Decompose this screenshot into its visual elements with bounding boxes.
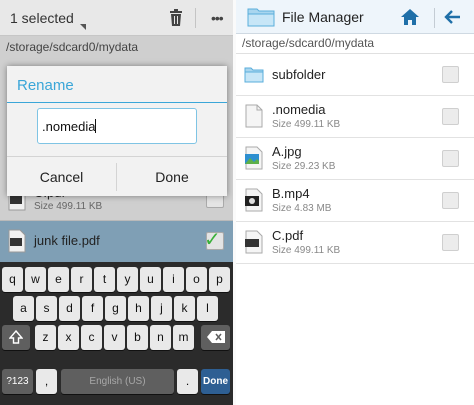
- selection-action-bar: 1 selected •••: [0, 0, 233, 36]
- key-h[interactable]: h: [128, 296, 149, 321]
- key-e[interactable]: e: [48, 267, 69, 292]
- keyboard-done-key[interactable]: Done: [201, 369, 230, 394]
- file-checkbox[interactable]: [442, 66, 459, 83]
- key-y[interactable]: y: [117, 267, 138, 292]
- done-button[interactable]: Done: [117, 157, 227, 197]
- key-j[interactable]: j: [151, 296, 172, 321]
- file-checkbox[interactable]: [442, 192, 459, 209]
- file-name: C.pdf: [272, 228, 304, 243]
- key-s[interactable]: s: [36, 296, 57, 321]
- file-checkbox[interactable]: [442, 234, 459, 251]
- key-o[interactable]: o: [186, 267, 207, 292]
- toolbar-divider: [434, 8, 435, 28]
- file-icon: [245, 104, 263, 128]
- file-size: Size 4.83 MB: [272, 203, 332, 214]
- dialog-title: Rename: [17, 77, 74, 94]
- soft-keyboard: q w e r t y u i o p a s d f g h j k l z …: [0, 262, 233, 405]
- list-item-subfolder[interactable]: subfolder: [236, 54, 474, 96]
- file-name: A.jpg: [272, 144, 302, 159]
- key-q[interactable]: q: [2, 267, 23, 292]
- more-options-icon[interactable]: •••: [211, 10, 224, 26]
- left-screen: 1 selected ••• /storage/sdcard0/mydata C…: [0, 0, 233, 405]
- home-icon[interactable]: [400, 8, 420, 26]
- selection-dropdown-icon[interactable]: [80, 24, 86, 30]
- space-key[interactable]: English (US): [61, 369, 174, 394]
- file-size: Size 499.11 KB: [272, 245, 341, 256]
- file-checkbox[interactable]: [442, 150, 459, 167]
- dialog-buttons: Cancel Done: [7, 156, 227, 196]
- rename-input-value: .nomedia: [42, 119, 96, 134]
- file-size: Size 499.11 KB: [34, 201, 103, 212]
- list-item-nomedia[interactable]: .nomedia Size 499.11 KB: [236, 96, 474, 138]
- shift-icon: [8, 329, 24, 344]
- shift-key[interactable]: [2, 325, 30, 350]
- key-l[interactable]: l: [197, 296, 218, 321]
- file-name: B.mp4: [272, 186, 310, 201]
- app-action-bar: File Manager: [236, 0, 474, 34]
- key-comma[interactable]: ,: [36, 369, 57, 394]
- key-z[interactable]: z: [35, 325, 56, 350]
- key-f[interactable]: f: [82, 296, 103, 321]
- rename-input[interactable]: .nomedia: [37, 108, 197, 144]
- file-checkbox[interactable]: [442, 108, 459, 125]
- right-screen: File Manager /storage/sdcard0/mydata sub…: [236, 0, 474, 405]
- folder-icon: [244, 67, 264, 83]
- selection-count[interactable]: 1 selected: [10, 10, 74, 26]
- backspace-icon: [206, 331, 225, 343]
- key-v[interactable]: v: [104, 325, 125, 350]
- text-cursor: [95, 119, 97, 133]
- rename-dialog: Rename .nomedia Cancel Done: [7, 66, 227, 196]
- key-period[interactable]: .: [177, 369, 198, 394]
- file-row-junk-file-pdf[interactable]: junk file.pdf ✓: [0, 221, 233, 263]
- symbols-key[interactable]: ?123: [2, 369, 33, 394]
- key-c[interactable]: c: [81, 325, 102, 350]
- screen: 1 selected ••• /storage/sdcard0/mydata C…: [0, 0, 474, 405]
- toolbar-divider: [195, 8, 196, 28]
- file-size: Size 29.23 KB: [272, 161, 336, 172]
- pdf-file-icon: [245, 230, 263, 254]
- file-name: .nomedia: [272, 102, 326, 117]
- key-x[interactable]: x: [58, 325, 79, 350]
- key-n[interactable]: n: [150, 325, 171, 350]
- key-t[interactable]: t: [94, 267, 115, 292]
- dialog-title-divider: [7, 102, 227, 103]
- video-file-icon: [245, 188, 263, 212]
- key-a[interactable]: a: [13, 296, 34, 321]
- backspace-key[interactable]: [201, 325, 230, 350]
- key-m[interactable]: m: [173, 325, 194, 350]
- pdf-file-icon: [8, 229, 26, 253]
- list-item-a-jpg[interactable]: A.jpg Size 29.23 KB: [236, 138, 474, 180]
- key-g[interactable]: g: [105, 296, 126, 321]
- app-title: File Manager: [282, 9, 364, 25]
- cancel-button[interactable]: Cancel: [7, 157, 116, 197]
- checkmark-icon: ✓: [204, 229, 221, 251]
- file-name: junk file.pdf: [34, 233, 100, 248]
- key-r[interactable]: r: [71, 267, 92, 292]
- key-b[interactable]: b: [127, 325, 148, 350]
- folder-icon: [247, 8, 275, 27]
- list-item-b-mp4[interactable]: B.mp4 Size 4.83 MB: [236, 180, 474, 222]
- key-w[interactable]: w: [25, 267, 46, 292]
- key-k[interactable]: k: [174, 296, 195, 321]
- key-d[interactable]: d: [59, 296, 80, 321]
- list-item-c-pdf[interactable]: C.pdf Size 499.11 KB: [236, 222, 474, 264]
- key-i[interactable]: i: [163, 267, 184, 292]
- current-path: /storage/sdcard0/mydata: [242, 36, 375, 50]
- back-arrow-icon[interactable]: [444, 7, 462, 27]
- image-file-icon: [245, 146, 263, 170]
- trash-icon[interactable]: [167, 9, 185, 27]
- key-u[interactable]: u: [140, 267, 161, 292]
- current-path: /storage/sdcard0/mydata: [6, 40, 139, 54]
- key-p[interactable]: p: [209, 267, 230, 292]
- file-size: Size 499.11 KB: [272, 119, 341, 130]
- file-name: subfolder: [272, 67, 326, 82]
